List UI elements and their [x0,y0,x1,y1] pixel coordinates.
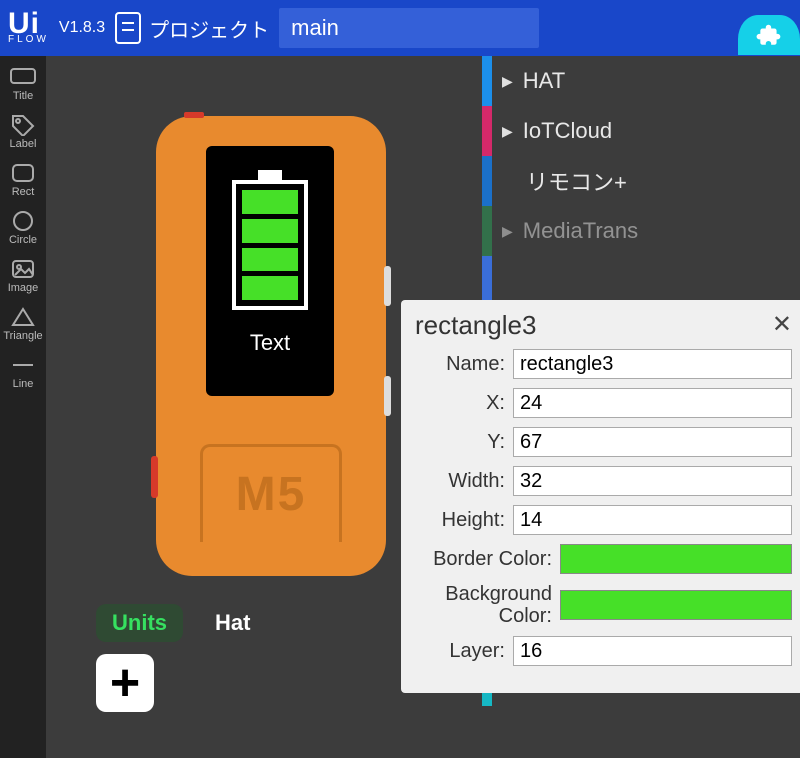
prop-layer-label: Layer: [415,640,513,662]
triangle-icon [9,306,37,328]
prop-name-label: Name: [415,353,513,375]
tool-label: Title [13,90,33,102]
close-icon[interactable]: ✕ [772,310,792,339]
extensions-button[interactable] [738,15,800,55]
category-item[interactable]: リモコン+ [482,156,800,206]
chevron-right-icon: ▶ [502,123,513,140]
device-preview: Text M5 [156,116,386,576]
chevron-right-icon: ▶ [502,223,513,240]
project-label: プロジェクト [149,14,269,43]
ui-element-toolbar: Title Label Rect Circle Image Triangle L… [0,56,46,758]
tool-label: Line [13,378,34,390]
category-item[interactable]: ▶ IoTCloud [482,106,800,156]
prop-y-input[interactable] [513,427,792,457]
project-menu[interactable]: プロジェクト [115,12,269,44]
category-item[interactable]: ▶ MediaTrans [482,206,800,256]
device-top-button [184,112,204,118]
circle-icon [9,210,37,232]
prop-layer-input[interactable] [513,636,792,666]
category-stripe [482,156,492,206]
properties-title: rectangle3 [415,310,792,341]
plus-icon: + [110,657,140,709]
tool-label: Circle [9,234,37,246]
category-label: MediaTrans [523,218,638,244]
prop-width-input[interactable] [513,466,792,496]
prop-height-input[interactable] [513,505,792,535]
m5-label: M5 [236,467,307,522]
tool-label[interactable]: Label [0,110,46,154]
line-icon [9,354,37,376]
tool-triangle[interactable]: Triangle [0,302,46,346]
logo-top: Ui [8,13,49,36]
battery-icon [232,180,308,310]
prop-height-label: Height: [415,509,513,531]
app-logo: Ui FLOW [8,13,49,43]
category-item[interactable]: ▶ HAT [482,56,800,106]
prop-name-input[interactable] [513,349,792,379]
prop-border-color[interactable] [560,544,792,574]
screen-text-label[interactable]: Text [250,330,290,356]
device-right-button-1 [384,266,391,306]
tool-label: Image [8,282,39,294]
prop-y-label: Y: [415,431,513,453]
tool-line[interactable]: Line [0,350,46,394]
prop-width-label: Width: [415,470,513,492]
tool-rect[interactable]: Rect [0,158,46,202]
chevron-right-icon: ▶ [502,73,513,90]
properties-panel: ✕ rectangle3 Name: X: Y: Width: Height: … [401,300,800,693]
unit-tabs: Units Hat [96,604,266,642]
puzzle-icon [756,22,782,48]
tab-units[interactable]: Units [96,604,183,642]
tool-label: Label [10,138,37,150]
prop-x-input[interactable] [513,388,792,418]
device-left-button [151,456,158,498]
m5-slot: M5 [200,444,342,542]
document-icon [115,12,141,44]
project-name-input[interactable] [279,8,539,48]
prop-bg-label: Background Color: [415,583,560,627]
tool-label: Triangle [3,330,42,342]
category-item[interactable] [482,256,800,306]
device-right-button-2 [384,376,391,416]
prop-bg-color[interactable] [560,590,792,620]
logo-bottom: FLOW [8,36,49,44]
category-stripe [482,106,492,156]
category-stripe [482,256,492,306]
tool-title[interactable]: Title [0,62,46,106]
rect-icon [9,162,37,184]
device-screen[interactable]: Text [206,146,334,396]
tool-image[interactable]: Image [0,254,46,298]
prop-border-label: Border Color: [415,548,560,570]
canvas-area[interactable]: Text M5 Units Hat + ▶ HAT ▶ IoTCloud リモコン+ ▶ M… [46,56,800,758]
add-unit-button[interactable]: + [96,654,154,712]
tool-circle[interactable]: Circle [0,206,46,250]
app-header: Ui FLOW V1.8.3 プロジェクト [0,0,800,56]
category-stripe [482,206,492,256]
tab-hat[interactable]: Hat [199,604,266,642]
tool-label: Rect [12,186,35,198]
category-stripe [482,56,492,106]
tag-icon [9,114,37,136]
prop-x-label: X: [415,392,513,414]
title-icon [9,66,37,88]
version-label: V1.8.3 [59,19,105,37]
image-icon [9,258,37,280]
category-label: HAT [523,68,565,94]
category-label: リモコン+ [526,165,627,197]
category-label: IoTCloud [523,118,612,144]
